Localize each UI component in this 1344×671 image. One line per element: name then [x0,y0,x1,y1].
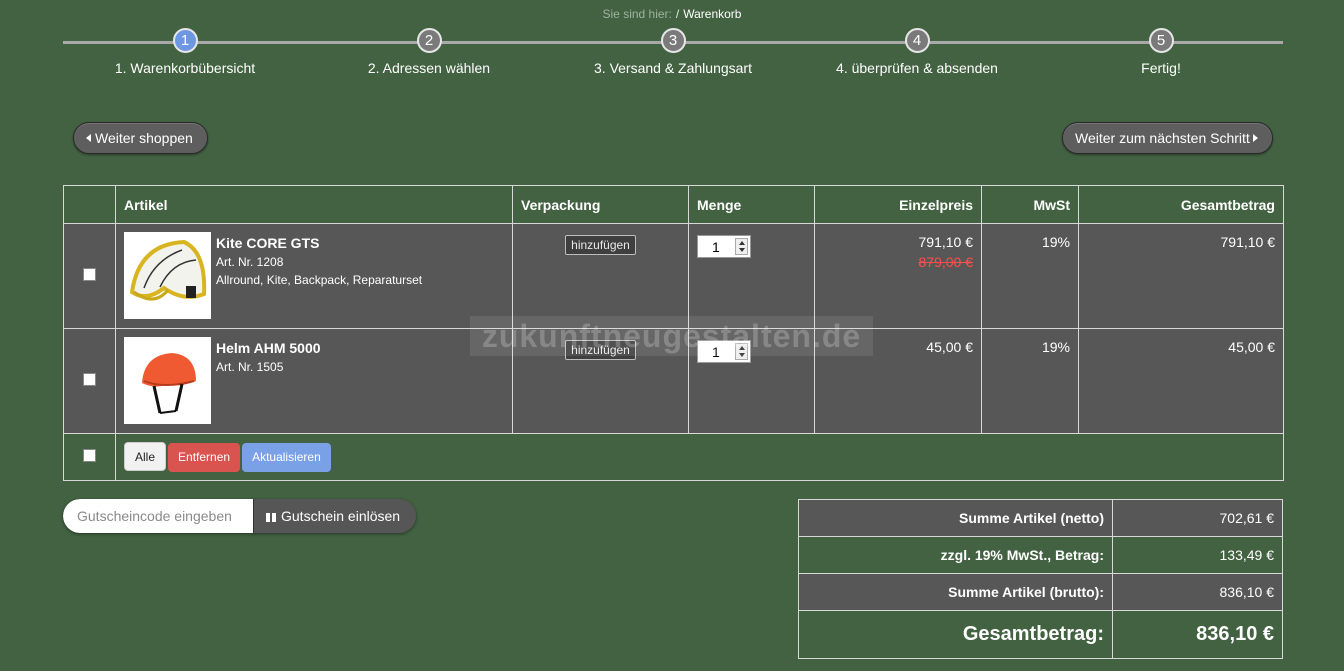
packaging-cell: hinzufügen [512,223,689,329]
totals-row-gross: Summe Artikel (brutto): 836,10 € [798,573,1283,611]
gift-icon [266,513,276,522]
step-4-label: 4. überprüfen & absenden [836,60,998,76]
header-mwst: MwSt [981,185,1079,224]
product-article-number: Art. Nr. 1208 [216,255,284,269]
vat-rate: 19% [1041,234,1070,250]
step-5-number: 5 [1148,28,1174,53]
vat-cell: 19% [981,328,1079,434]
caret-right-icon [1252,134,1258,142]
step-4-number: 4 [904,28,930,53]
row-select-cell [63,223,116,329]
step-3-label: 3. Versand & Zahlungsart [594,60,752,76]
row-checkbox[interactable] [83,373,96,386]
next-step-label: Weiter zum nächsten Schritt [1075,130,1250,146]
totals-label: Summe Artikel (brutto): [798,573,1113,611]
bulk-actions-cell: Alle Entfernen Aktualisieren [115,433,1284,481]
total-cell: 791,10 € [1078,223,1284,329]
bulk-actions-row: Alle Entfernen Aktualisieren [63,433,1284,481]
quantity-cell: 1 [688,223,815,329]
step-3[interactable]: 3 3. Versand & Zahlungsart [551,28,795,76]
breadcrumb-separator: / [675,7,680,21]
article-cell: Kite CORE GTS Art. Nr. 1208 Allround, Ki… [115,223,513,329]
add-packaging-button[interactable]: hinzufügen [565,235,636,255]
coupon-input[interactable] [63,499,253,533]
unit-price: 791,10 € [918,234,974,250]
product-image-helmet[interactable] [124,337,211,424]
breadcrumb-current[interactable]: Warenkorb [683,7,741,21]
totals-row-grand: Gesamtbetrag: 836,10 € [798,610,1283,659]
select-all-checkbox[interactable] [83,449,96,462]
header-menge: Menge [688,185,815,224]
caret-left-icon [86,134,91,142]
header-artikel: Artikel [115,185,513,224]
step-2-label: 2. Adressen wählen [367,60,491,76]
coupon-form: Gutschein einlösen [63,499,416,533]
cart-row: Kite CORE GTS Art. Nr. 1208 Allround, Ki… [63,223,1284,329]
product-image-kite[interactable] [124,232,211,319]
totals-value: 836,10 € [1112,573,1283,611]
remove-button[interactable]: Entfernen [168,443,241,472]
totals-table: Summe Artikel (netto) 702,61 € zzgl. 19%… [798,499,1283,659]
row-checkbox[interactable] [83,268,96,281]
product-name[interactable]: Kite CORE GTS [216,235,422,251]
totals-value: 702,61 € [1112,499,1283,537]
total-cell: 45,00 € [1078,328,1284,434]
product-description: Allround, Kite, Backpack, Reparaturset [216,273,423,287]
line-total: 45,00 € [1228,339,1275,355]
article-cell: Helm AHM 5000 Art. Nr. 1505 [115,328,513,434]
select-all-cell [63,433,116,481]
breadcrumb: Sie sind hier: / Warenkorb [0,7,1344,21]
step-1-number: 1 [172,28,198,53]
header-select [63,185,116,224]
header-einzelpreis: Einzelpreis [814,185,982,224]
grand-total-value: 836,10 € [1112,610,1283,659]
step-1[interactable]: 1 1. Warenkorbübersicht [63,28,307,76]
checkout-progress: 1 1. Warenkorbübersicht 2 2. Adressen wä… [63,28,1283,84]
vat-cell: 19% [981,223,1079,329]
old-price: 879,00 € [918,254,974,270]
update-button[interactable]: Aktualisieren [242,443,331,472]
totals-value: 133,49 € [1112,536,1283,574]
select-all-button[interactable]: Alle [124,442,167,471]
step-5[interactable]: 5 Fertig! [1039,28,1283,76]
breadcrumb-label: Sie sind hier: [602,7,672,21]
spinner-icon[interactable] [735,238,748,255]
grand-total-label: Gesamtbetrag: [798,610,1113,659]
header-gesamtbetrag: Gesamtbetrag [1078,185,1284,224]
watermark: zukunftneugestalten.de [470,316,873,356]
totals-label: Summe Artikel (netto) [798,499,1113,537]
totals-row-vat: zzgl. 19% MwSt., Betrag: 133,49 € [798,536,1283,574]
quantity-stepper[interactable]: 1 [697,235,751,258]
step-4[interactable]: 4 4. überprüfen & absenden [795,28,1039,76]
redeem-coupon-button[interactable]: Gutschein einlösen [253,499,416,533]
step-1-label: 1. Warenkorbübersicht [114,60,256,76]
quantity-value: 1 [712,239,720,255]
cart-header-row: Artikel Verpackung Menge Einzelpreis MwS… [63,185,1284,224]
step-3-number: 3 [660,28,686,53]
header-verpackung: Verpackung [512,185,689,224]
totals-label: zzgl. 19% MwSt., Betrag: [798,536,1113,574]
line-total: 791,10 € [1220,234,1276,250]
continue-shopping-button[interactable]: Weiter shoppen [73,122,208,154]
step-2-number: 2 [416,28,442,53]
redeem-coupon-label: Gutschein einlösen [281,508,401,524]
unit-price-cell: 791,10 € 879,00 € [814,223,982,329]
step-2[interactable]: 2 2. Adressen wählen [307,28,551,76]
continue-shopping-label: Weiter shoppen [95,130,193,146]
totals-row-net: Summe Artikel (netto) 702,61 € [798,499,1283,537]
row-select-cell [63,328,116,434]
product-name[interactable]: Helm AHM 5000 [216,340,321,356]
product-article-number: Art. Nr. 1505 [216,360,284,374]
next-step-button[interactable]: Weiter zum nächsten Schritt [1062,122,1273,154]
step-5-label: Fertig! [1141,60,1181,76]
vat-rate: 19% [1041,339,1070,355]
